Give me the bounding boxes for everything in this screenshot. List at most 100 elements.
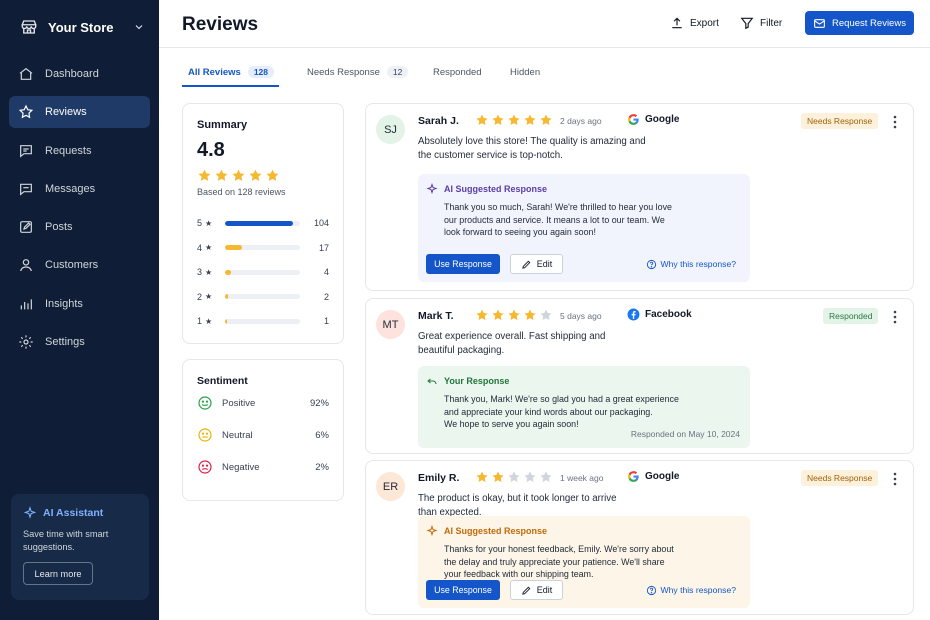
sparkle-icon <box>426 525 438 537</box>
panel-actions: Use Response Edit Why this response? <box>426 254 742 274</box>
edit-button[interactable]: Edit <box>510 580 563 600</box>
small-star-icon: ★ <box>205 218 213 228</box>
sparkle-icon <box>23 506 37 520</box>
frown-face-icon <box>197 459 213 475</box>
star-empty-icon <box>524 471 536 482</box>
store-switcher[interactable]: Your Store <box>20 16 145 38</box>
gear-icon <box>18 334 34 350</box>
sidebar-item-settings[interactable]: Settings <box>9 326 150 358</box>
sidebar-item-dashboard[interactable]: Dashboard <box>9 58 150 90</box>
why-this-response-link[interactable]: Why this response? <box>646 585 736 596</box>
summary-title: Summary <box>197 119 248 131</box>
sidebar-item-label: Settings <box>45 336 85 349</box>
star-level: 4 <box>197 242 203 253</box>
tab-needs-response[interactable]: Needs Response 12 <box>307 58 409 86</box>
sidebar-nav: Dashboard Reviews Requests Messages Post… <box>9 58 150 364</box>
sentiment-row-negative: Negative 2% <box>197 451 329 483</box>
export-button[interactable]: Export <box>670 14 719 32</box>
chevron-down-icon[interactable] <box>133 21 145 33</box>
sidebar-item-label: Messages <box>45 182 96 195</box>
google-icon <box>627 113 640 126</box>
small-star-icon: ★ <box>205 316 213 326</box>
edit-button[interactable]: Edit <box>510 254 563 274</box>
distribution-row: 1 ★ 1 <box>197 309 329 334</box>
tab-hidden[interactable]: Hidden <box>510 58 540 86</box>
distribution-row: 2 ★ 2 <box>197 285 329 310</box>
star-filled-icon <box>476 471 488 482</box>
more-options-icon[interactable] <box>891 310 899 324</box>
distribution-bar <box>225 318 300 324</box>
ai-assistant-title: AI Assistant <box>23 506 137 520</box>
use-response-button[interactable]: Use Response <box>426 254 500 274</box>
sidebar-item-label: Insights <box>45 297 83 310</box>
status-badge: Needs Response <box>801 470 879 486</box>
sentiment-row-positive: Positive 92% <box>197 387 329 419</box>
average-rating: 4.8 <box>197 139 225 161</box>
help-circle-icon <box>646 585 657 596</box>
ai-suggested-response-panel: AI Suggested Response Thank you so much,… <box>418 174 750 282</box>
facebook-icon <box>627 308 640 321</box>
request-reviews-button[interactable]: Request Reviews <box>805 11 914 35</box>
sidebar-item-label: Dashboard <box>45 68 99 80</box>
status-badge: Needs Response <box>801 113 879 129</box>
suggested-response-text: Thanks for your honest feedback, Emily. … <box>444 544 674 579</box>
sentiment-row-neutral: Neutral 6% <box>197 419 329 451</box>
sidebar-item-insights[interactable]: Insights <box>9 288 150 320</box>
more-options-icon[interactable] <box>891 472 899 486</box>
star-filled-icon <box>524 114 536 125</box>
learn-more-button[interactable]: Learn more <box>23 562 93 585</box>
review-source: Google <box>627 470 679 483</box>
review-text: Absolutely love this store! The quality … <box>418 136 646 161</box>
star-filled-icon <box>198 169 211 181</box>
your-response-text: Thank you, Mark! We're so glad you had a… <box>444 394 679 429</box>
reviewer-name: Emily R. <box>418 472 460 484</box>
ai-suggested-response-panel: AI Suggested Response Thanks for your ho… <box>418 516 750 608</box>
sidebar-item-customers[interactable]: Customers <box>9 249 150 281</box>
store-icon <box>20 18 38 36</box>
responded-date: Responded on May 10, 2024 <box>630 429 740 439</box>
help-circle-icon <box>646 259 657 270</box>
star-outline-icon <box>18 104 34 120</box>
review-stars <box>475 308 553 322</box>
active-tab-indicator <box>182 85 279 87</box>
sidebar-item-label: Posts <box>45 221 73 234</box>
distribution-count: 4 <box>323 267 329 278</box>
tab-count-badge: 12 <box>386 66 409 78</box>
star-empty-icon <box>508 471 520 482</box>
your-response-panel: Your Response Thank you, Mark! We're so … <box>418 366 750 448</box>
small-star-icon: ★ <box>205 267 213 277</box>
tab-count-badge: 128 <box>247 66 274 78</box>
sidebar-item-reviews[interactable]: Reviews <box>9 96 150 129</box>
smile-face-icon <box>197 395 213 411</box>
pencil-icon <box>521 259 532 270</box>
sentiment-title: Sentiment <box>197 375 248 387</box>
distribution-bar <box>225 220 300 226</box>
sidebar-item-messages[interactable]: Messages <box>9 173 150 205</box>
reviewer-name: Mark T. <box>418 310 454 322</box>
sidebar-item-posts[interactable]: Posts <box>9 211 150 243</box>
edit-square-icon <box>18 219 34 235</box>
google-icon <box>627 470 640 483</box>
star-level: 3 <box>197 267 203 278</box>
panel-actions: Use Response Edit Why this response? <box>426 580 742 600</box>
tab-all-reviews[interactable]: All Reviews 128 <box>188 58 274 86</box>
distribution-count: 2 <box>323 291 329 302</box>
review-text: Great experience overall. Fast shipping … <box>418 331 606 356</box>
review-time: 5 days ago <box>560 311 602 321</box>
review-stars <box>475 113 553 127</box>
distribution-bar-fill <box>225 269 231 275</box>
star-filled-icon <box>508 114 520 125</box>
bar-chart-icon <box>18 296 34 312</box>
star-level: 2 <box>197 291 203 302</box>
tab-responded[interactable]: Responded <box>433 58 482 86</box>
star-filled-icon <box>476 309 488 320</box>
sentiment-card: Sentiment Positive 92% Neutral 6% Negati… <box>182 359 344 501</box>
reply-icon <box>426 375 438 387</box>
filter-button[interactable]: Filter <box>740 14 782 32</box>
chat-icon <box>18 181 34 197</box>
use-response-button[interactable]: Use Response <box>426 580 500 600</box>
sidebar-item-requests[interactable]: Requests <box>9 135 150 167</box>
why-this-response-link[interactable]: Why this response? <box>646 259 736 270</box>
more-options-icon[interactable] <box>891 115 899 129</box>
distribution-count: 1 <box>323 316 329 327</box>
